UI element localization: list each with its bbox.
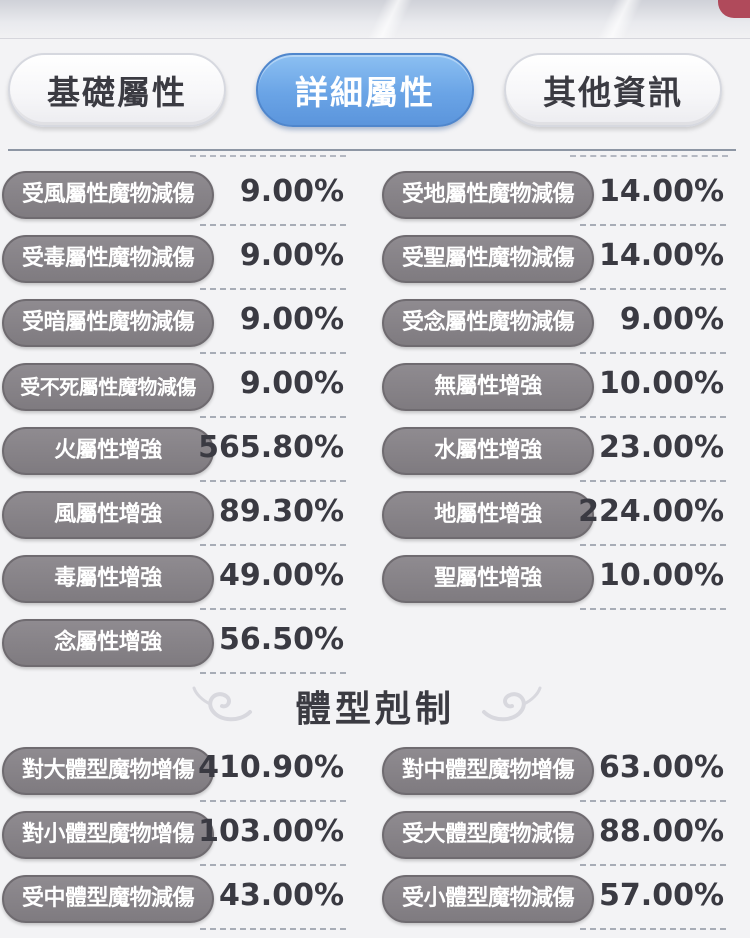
stat-row-large-size-reduction: 受大體型魔物減傷 88.00% [380, 806, 728, 866]
right-ornament-icon [482, 686, 542, 722]
stat-row-undead-monster-reduction: 受不死屬性魔物減傷 9.00% [0, 358, 348, 418]
stat-value: 103.00% [198, 814, 344, 849]
row-dash [580, 864, 726, 866]
stat-label: 念屬性增強 [2, 619, 214, 667]
stat-row-wind-monster-reduction: 受風屬性魔物減傷 9.00% [0, 166, 348, 226]
row-dash [580, 288, 726, 290]
stat-row-ghost-enhance: 念屬性增強 56.50% [0, 614, 348, 674]
stat-label: 聖屬性增強 [382, 555, 594, 603]
top-banner [0, 0, 750, 39]
stat-row-holy-monster-reduction: 受聖屬性魔物減傷 14.00% [380, 230, 728, 290]
stat-value: 10.00% [599, 366, 724, 401]
stat-label: 受暗屬性魔物減傷 [2, 299, 214, 347]
row-dash [580, 608, 726, 610]
row-dash [200, 224, 346, 226]
stat-label: 受聖屬性魔物減傷 [382, 235, 594, 283]
row-dash [200, 480, 346, 482]
banner-corner [718, 0, 750, 18]
stat-row-earth-enhance: 地屬性增強 224.00% [380, 486, 728, 546]
stat-label: 受大體型魔物減傷 [382, 811, 594, 859]
stat-row-earth-monster-reduction: 受地屬性魔物減傷 14.00% [380, 166, 728, 226]
stat-value: 14.00% [599, 174, 724, 209]
stat-value: 89.30% [219, 494, 344, 529]
stat-value: 63.00% [599, 750, 724, 785]
stat-value: 14.00% [599, 238, 724, 273]
stat-row-medium-size-damage: 對中體型魔物增傷 63.00% [380, 742, 728, 802]
row-dash [580, 352, 726, 354]
stat-row-poison-enhance: 毒屬性增強 49.00% [0, 550, 348, 610]
stat-value: 9.00% [239, 174, 344, 209]
stat-label: 受風屬性魔物減傷 [2, 171, 214, 219]
stat-value: 10.00% [599, 558, 724, 593]
stat-row-small-size-damage: 對小體型魔物增傷 103.00% [0, 806, 348, 866]
stat-value: 9.00% [239, 302, 344, 337]
stat-label: 水屬性增強 [382, 427, 594, 475]
stat-value: 57.00% [599, 878, 724, 913]
banner-decoration [330, 0, 450, 38]
row-dash [200, 352, 346, 354]
stat-value: 9.00% [619, 302, 724, 337]
tab-other-info[interactable]: 其他資訊 [504, 53, 722, 127]
stat-label: 受念屬性魔物減傷 [382, 299, 594, 347]
stat-label: 地屬性增強 [382, 491, 594, 539]
section-header: 體型剋制 [192, 672, 550, 732]
divider [8, 149, 736, 151]
stat-row-wind-enhance: 風屬性增強 89.30% [0, 486, 348, 546]
stat-row-small-size-reduction: 受小體型魔物減傷 57.00% [380, 870, 728, 930]
tab-basic-attributes[interactable]: 基礎屬性 [8, 53, 226, 127]
row-dash [580, 480, 726, 482]
row-dash [580, 416, 726, 418]
stat-value: 56.50% [219, 622, 344, 657]
banner-decoration [560, 0, 680, 38]
stat-value: 565.80% [198, 430, 344, 465]
stat-label: 對中體型魔物增傷 [382, 747, 594, 795]
stat-value: 23.00% [599, 430, 724, 465]
row-dash [580, 224, 726, 226]
stat-row-water-enhance: 水屬性增強 23.00% [380, 422, 728, 482]
tab-bar: 基礎屬性 詳細屬性 其他資訊 [0, 48, 750, 136]
stat-value: 224.00% [578, 494, 724, 529]
stat-value: 49.00% [219, 558, 344, 593]
divider-dash [190, 155, 346, 157]
row-dash [200, 608, 346, 610]
tab-detailed-attributes[interactable]: 詳細屬性 [256, 53, 474, 127]
stat-value: 43.00% [219, 878, 344, 913]
stat-value: 410.90% [198, 750, 344, 785]
stat-label: 毒屬性增強 [2, 555, 214, 603]
row-dash [580, 800, 726, 802]
stat-label: 受中體型魔物減傷 [2, 875, 214, 923]
stat-row-poison-monster-reduction: 受毒屬性魔物減傷 9.00% [0, 230, 348, 290]
stat-row-medium-size-reduction: 受中體型魔物減傷 43.00% [0, 870, 348, 930]
row-dash [580, 928, 726, 930]
row-dash [200, 864, 346, 866]
stat-label: 受地屬性魔物減傷 [382, 171, 594, 219]
stat-row-holy-enhance: 聖屬性增強 10.00% [380, 550, 728, 610]
stat-label: 對小體型魔物增傷 [2, 811, 214, 859]
stat-row-neutral-enhance: 無屬性增強 10.00% [380, 358, 728, 418]
row-dash [200, 416, 346, 418]
stat-row-dark-monster-reduction: 受暗屬性魔物減傷 9.00% [0, 294, 348, 354]
row-dash [200, 544, 346, 546]
stat-label: 受小體型魔物減傷 [382, 875, 594, 923]
stat-label: 火屬性增強 [2, 427, 214, 475]
divider-dash [570, 155, 728, 157]
stat-label: 受毒屬性魔物減傷 [2, 235, 214, 283]
stat-row-fire-enhance: 火屬性增強 565.80% [0, 422, 348, 482]
stat-label: 對大體型魔物增傷 [2, 747, 214, 795]
stat-label: 風屬性增強 [2, 491, 214, 539]
row-dash [200, 928, 346, 930]
stat-value: 9.00% [239, 366, 344, 401]
stat-value: 88.00% [599, 814, 724, 849]
stat-label: 受不死屬性魔物減傷 [2, 363, 214, 411]
row-dash [200, 288, 346, 290]
stat-row-large-size-damage: 對大體型魔物增傷 410.90% [0, 742, 348, 802]
row-dash [580, 544, 726, 546]
stat-label: 無屬性增強 [382, 363, 594, 411]
stat-row-ghost-monster-reduction: 受念屬性魔物減傷 9.00% [380, 294, 728, 354]
row-dash [200, 800, 346, 802]
stat-value: 9.00% [239, 238, 344, 273]
